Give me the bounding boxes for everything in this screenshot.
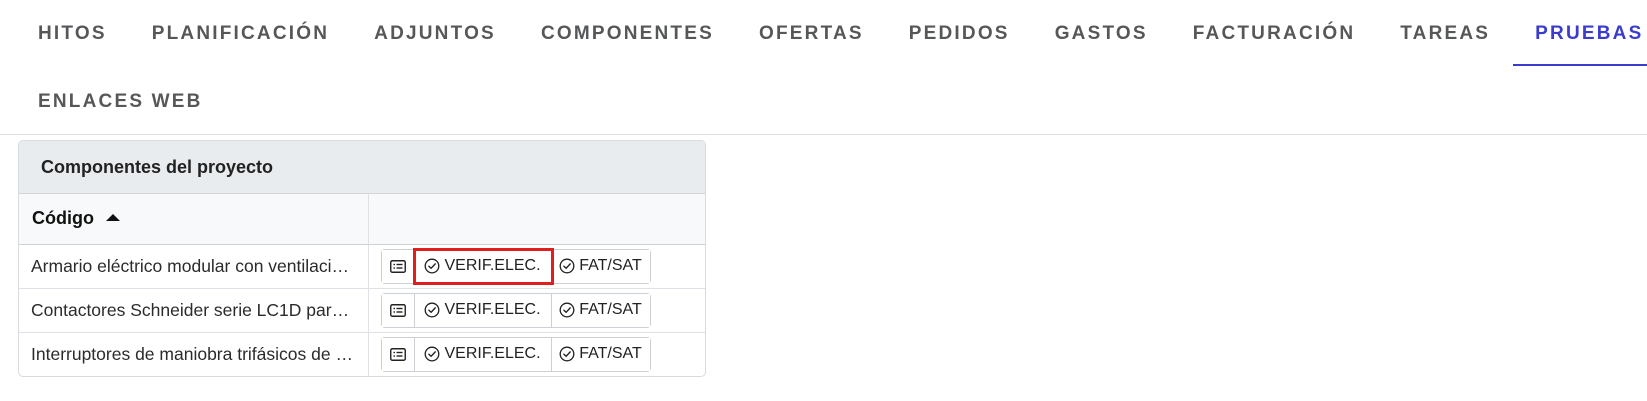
fat-sat-button[interactable]: FAT/SAT: [551, 293, 650, 327]
column-header-code-label: Código: [32, 208, 94, 229]
column-header-actions: [368, 194, 705, 245]
actions-cell: VERIF.ELEC. FAT/SAT: [368, 288, 705, 333]
verif-elec-button[interactable]: VERIF.ELEC.: [414, 337, 552, 371]
component-code-cell: Interruptores de maniobra trifásicos de …: [19, 332, 369, 376]
tab-row-2: ENLACES WEB: [0, 68, 1647, 136]
check-circle-icon: [424, 346, 440, 362]
component-code-cell: Contactores Schneider serie LC1D para mo…: [19, 288, 369, 333]
test-actions-group: VERIF.ELEC. FAT/SAT: [380, 336, 651, 372]
fat-sat-label: FAT/SAT: [579, 301, 642, 318]
tab-hitos[interactable]: HITOS: [38, 0, 152, 68]
test-actions-group: VERIF.ELEC. FAT/SAT: [380, 247, 651, 285]
actions-cell: VERIF.ELEC. FAT/SAT: [368, 332, 705, 376]
table-header-row: Código: [19, 194, 705, 245]
table-row: Armario eléctrico modular con ventilació…: [19, 244, 705, 289]
verif-elec-button[interactable]: VERIF.ELEC.: [414, 293, 552, 327]
project-components-panel: Componentes del proyecto Código Armario …: [18, 140, 706, 377]
tab-adjuntos[interactable]: ADJUNTOS: [374, 0, 541, 68]
tab-pruebas[interactable]: PRUEBAS: [1513, 0, 1647, 68]
card-details-icon: [389, 347, 406, 361]
components-table: Código Armario eléctrico modular con ven…: [19, 194, 705, 376]
check-circle-icon: [559, 258, 575, 274]
details-button[interactable]: [381, 337, 415, 371]
tab-ofertas[interactable]: OFERTAS: [759, 0, 909, 68]
tab-planificacion[interactable]: PLANIFICACIÓN: [152, 0, 374, 68]
tab-tareas[interactable]: TAREAS: [1400, 0, 1535, 68]
tab-facturacion[interactable]: FACTURACIÓN: [1193, 0, 1400, 68]
panel-title: Componentes del proyecto: [19, 141, 705, 194]
check-circle-icon: [424, 302, 440, 318]
details-button[interactable]: [381, 293, 415, 327]
check-circle-icon: [424, 258, 440, 274]
fat-sat-button[interactable]: FAT/SAT: [551, 337, 650, 371]
verif-elec-label: VERIF.ELEC.: [444, 301, 541, 318]
verif-elec-label: VERIF.ELEC.: [444, 257, 541, 274]
card-details-icon: [389, 259, 406, 273]
card-details-icon: [389, 303, 406, 317]
fat-sat-label: FAT/SAT: [579, 345, 642, 362]
tab-row-1: HITOS PLANIFICACIÓN ADJUNTOS COMPONENTES…: [0, 0, 1647, 68]
details-button[interactable]: [381, 249, 415, 283]
check-circle-icon: [559, 302, 575, 318]
tab-enlaces-web[interactable]: ENLACES WEB: [38, 68, 248, 136]
verif-elec-button[interactable]: VERIF.ELEC.: [412, 247, 554, 285]
component-code-cell: Armario eléctrico modular con ventilació…: [19, 244, 369, 289]
test-actions-group: VERIF.ELEC. FAT/SAT: [380, 292, 651, 328]
fat-sat-button[interactable]: FAT/SAT: [551, 249, 650, 283]
tab-componentes[interactable]: COMPONENTES: [541, 0, 759, 68]
fat-sat-label: FAT/SAT: [579, 257, 642, 274]
table-row: Interruptores de maniobra trifásicos de …: [19, 332, 705, 376]
verif-elec-label: VERIF.ELEC.: [444, 345, 541, 362]
sort-ascending-icon: [105, 214, 120, 222]
tab-gastos[interactable]: GASTOS: [1055, 0, 1193, 68]
column-header-code[interactable]: Código: [19, 194, 369, 245]
tab-bar: HITOS PLANIFICACIÓN ADJUNTOS COMPONENTES…: [0, 0, 1647, 135]
table-row: Contactores Schneider serie LC1D para mo…: [19, 288, 705, 333]
check-circle-icon: [559, 346, 575, 362]
actions-cell: VERIF.ELEC. FAT/SAT: [368, 244, 705, 289]
tab-pedidos[interactable]: PEDIDOS: [909, 0, 1055, 68]
